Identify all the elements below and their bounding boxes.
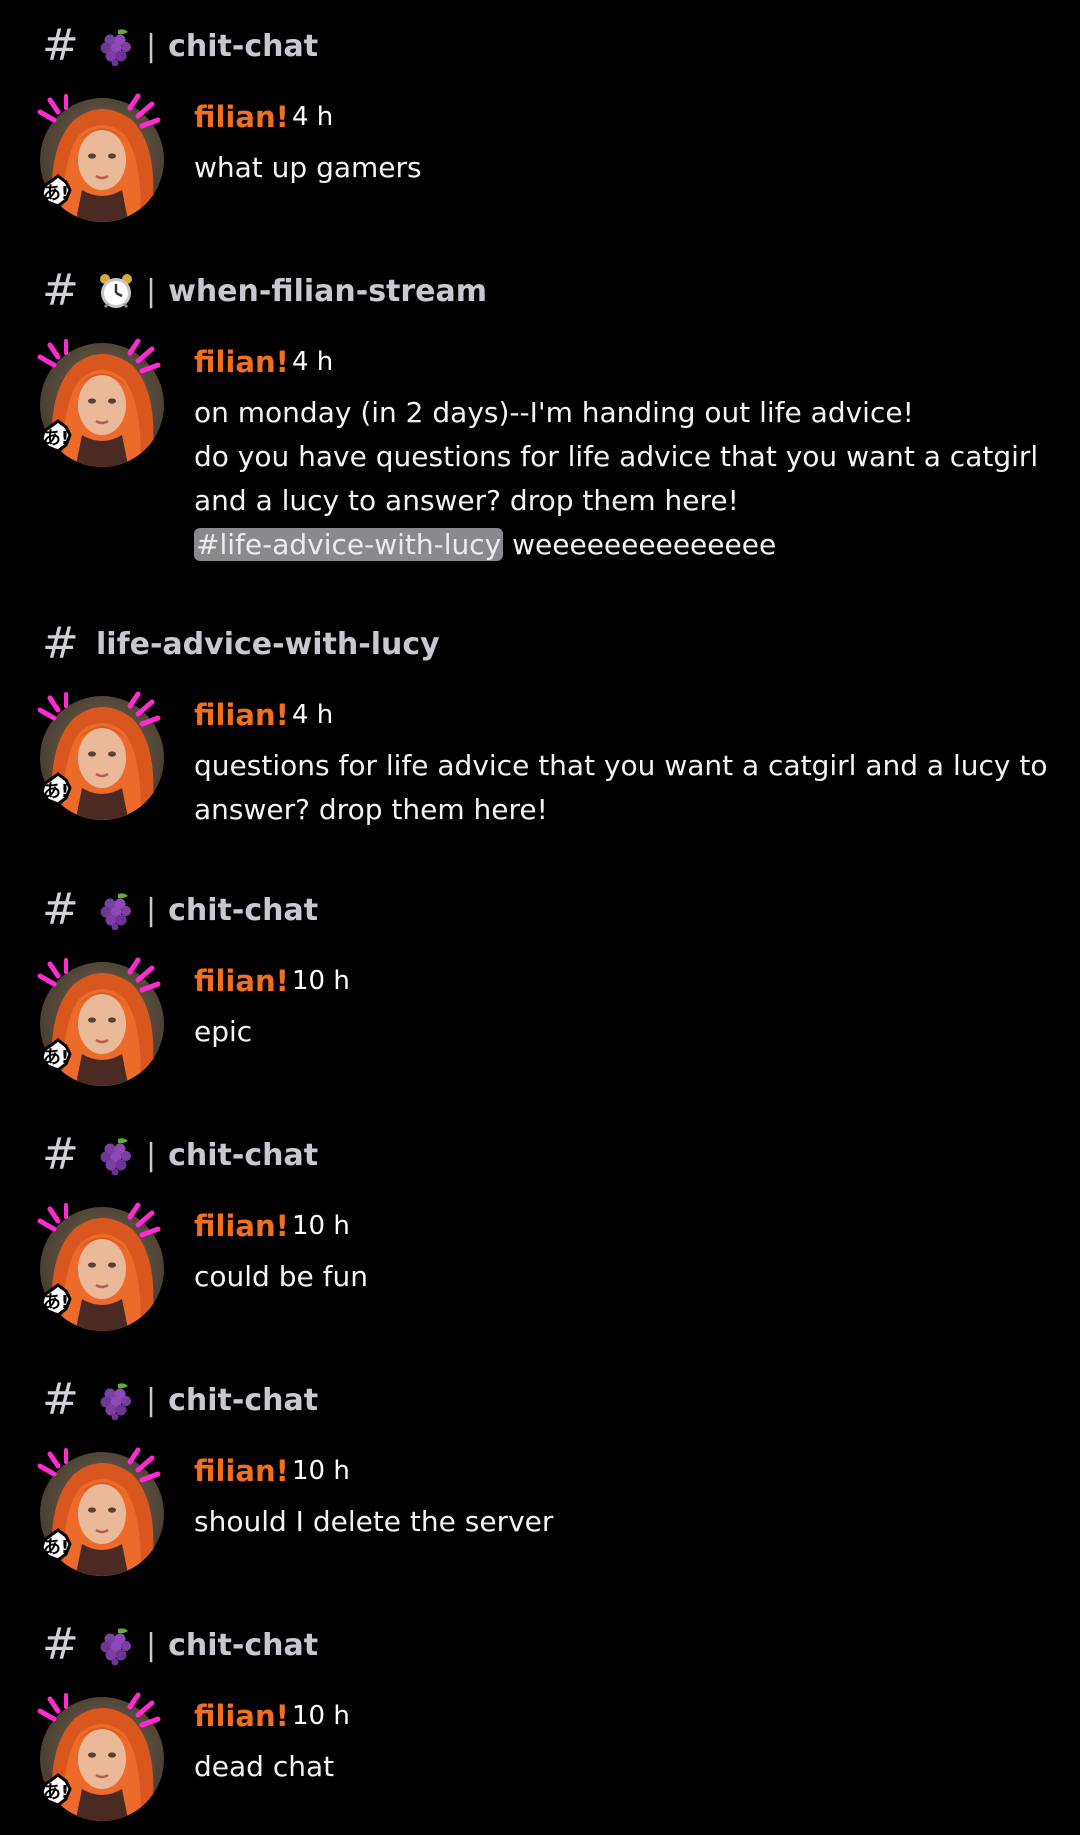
message-line: epic: [194, 1015, 253, 1048]
filian-avatar-icon: あ!: [37, 93, 164, 222]
message-body: could be fun: [194, 1255, 1024, 1299]
author-name[interactable]: filian!: [194, 345, 289, 379]
message-body: epic: [194, 1010, 1024, 1054]
message-line: what up gamers: [194, 151, 422, 184]
author-name[interactable]: filian!: [194, 100, 289, 134]
message-body: dead chat: [194, 1745, 1024, 1789]
channel-separator: |: [146, 892, 157, 928]
channel-hash-icon: #: [42, 1619, 79, 1670]
grape-icon: [100, 29, 131, 66]
alarm-clock-icon: [100, 274, 132, 309]
channel-name: life-advice-with-lucy: [96, 626, 440, 662]
message-line: questions for life advice that you want …: [194, 749, 1048, 782]
message-line: on monday (in 2 days)--I'm handing out l…: [194, 396, 914, 429]
message-line: should I delete the server: [194, 1505, 554, 1538]
channel-link-chit-chat[interactable]: # | chit-chat: [42, 1376, 318, 1424]
channel-link-life-advice-with-lucy[interactable]: # life-advice-with-lucy: [42, 620, 440, 668]
message-text: weeeeeeeeeeeeee: [503, 528, 777, 561]
avatar[interactable]: あ!: [34, 954, 174, 1094]
channel-name: chit-chat: [168, 28, 319, 64]
filian-avatar-icon: あ!: [37, 957, 164, 1086]
channel-mention-link[interactable]: #life-advice-with-lucy: [194, 528, 504, 561]
channel-name: chit-chat: [168, 892, 319, 928]
timestamp: 4 h: [292, 102, 334, 132]
avatar-badge-text: あ!: [43, 781, 69, 802]
avatar[interactable]: あ!: [34, 90, 174, 230]
avatar-badge-text: あ!: [43, 1047, 69, 1068]
author-name[interactable]: filian!: [194, 698, 289, 732]
channel-name: chit-chat: [168, 1382, 319, 1418]
timestamp: 10 h: [292, 966, 350, 996]
channel-name: chit-chat: [168, 1137, 319, 1173]
timestamp: 4 h: [292, 700, 334, 730]
channel-link-chit-chat[interactable]: # | chit-chat: [42, 1621, 318, 1669]
channel-name: chit-chat: [168, 1627, 319, 1663]
timestamp: 10 h: [292, 1701, 350, 1731]
channel-hash-icon: #: [42, 884, 79, 935]
filian-avatar-icon: あ!: [37, 1447, 164, 1576]
channel-link-chit-chat[interactable]: # | chit-chat: [42, 886, 318, 934]
message-line: answer? drop them here!: [194, 793, 548, 826]
channel-link-when-filian-stream[interactable]: # | when-filian-stream: [42, 267, 487, 315]
timestamp: 10 h: [292, 1211, 350, 1241]
author-name[interactable]: filian!: [194, 1209, 289, 1243]
message-line: do you have questions for life advice th…: [194, 440, 1039, 473]
message-line: and a lucy to answer? drop them here!: [194, 484, 739, 517]
filian-avatar-icon: あ!: [37, 338, 164, 467]
avatar[interactable]: あ!: [34, 1199, 174, 1339]
channel-hash-icon: #: [42, 20, 79, 71]
message-line: #life-advice-with-lucy weeeeeeeeeeeeee: [194, 523, 1024, 567]
avatar[interactable]: あ!: [34, 1689, 174, 1829]
message-line: could be fun: [194, 1260, 368, 1293]
message-body: questions for life advice that you want …: [194, 744, 1048, 832]
channel-link-chit-chat[interactable]: # | chit-chat: [42, 1131, 318, 1179]
channel-hash-icon: #: [42, 1129, 79, 1180]
channel-name: when-filian-stream: [168, 273, 488, 309]
channel-separator: |: [146, 28, 157, 64]
filian-avatar-icon: あ!: [37, 691, 164, 820]
grape-icon: [100, 1383, 131, 1420]
avatar[interactable]: あ!: [34, 688, 174, 828]
channel-separator: |: [146, 1137, 157, 1173]
avatar-badge-text: あ!: [43, 428, 69, 449]
grape-icon: [100, 1138, 131, 1175]
message-line: dead chat: [194, 1750, 335, 1783]
avatar[interactable]: あ!: [34, 335, 174, 475]
grape-icon: [100, 893, 131, 930]
channel-hash-icon: #: [42, 1374, 79, 1425]
message-body: should I delete the server: [194, 1500, 1024, 1544]
avatar-badge-text: あ!: [43, 1292, 69, 1313]
message-body: on monday (in 2 days)--I'm handing out l…: [194, 391, 1039, 567]
author-name[interactable]: filian!: [194, 1454, 289, 1488]
author-name[interactable]: filian!: [194, 964, 289, 998]
avatar[interactable]: あ!: [34, 1444, 174, 1584]
timestamp: 4 h: [292, 347, 334, 377]
channel-link-chit-chat[interactable]: # | chit-chat: [42, 22, 318, 70]
grape-icon: [100, 1628, 131, 1665]
author-name[interactable]: filian!: [194, 1699, 289, 1733]
channel-separator: |: [146, 1627, 157, 1663]
channel-hash-icon: #: [42, 618, 79, 669]
avatar-badge-text: あ!: [43, 1782, 69, 1803]
filian-avatar-icon: あ!: [37, 1202, 164, 1331]
channel-separator: |: [146, 1382, 157, 1418]
timestamp: 10 h: [292, 1456, 350, 1486]
avatar-badge-text: あ!: [43, 1537, 69, 1558]
message-body: what up gamers: [194, 146, 1024, 190]
avatar-badge-text: あ!: [43, 183, 69, 204]
channel-separator: |: [146, 273, 157, 309]
filian-avatar-icon: あ!: [37, 1692, 164, 1821]
channel-hash-icon: #: [42, 265, 79, 316]
